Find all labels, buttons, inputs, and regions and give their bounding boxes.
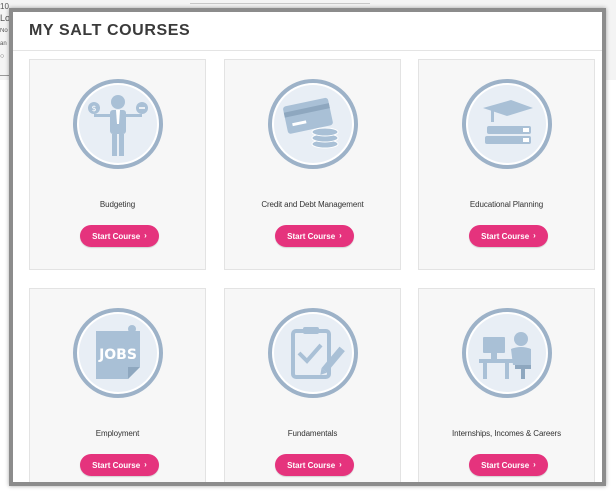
course-card-fundamentals: Fundamentals Start Course › [224, 288, 401, 482]
course-title: Employment [95, 429, 140, 438]
course-title: Internships, Incomes & Careers [451, 429, 562, 438]
svg-text:JOBS: JOBS [98, 347, 137, 363]
start-course-button[interactable]: Start Course › [275, 454, 354, 476]
course-title: Budgeting [99, 200, 136, 209]
background-divider [190, 3, 370, 4]
graduation-cap-books-icon [462, 79, 552, 169]
clipboard-checklist-icon [268, 308, 358, 398]
chevron-right-icon: › [144, 460, 147, 469]
start-course-button[interactable]: Start Course › [80, 225, 159, 247]
chevron-right-icon: › [339, 460, 342, 469]
course-title: Fundamentals [287, 429, 338, 438]
credit-card-and-coins-icon [268, 79, 358, 169]
start-course-button[interactable]: Start Course › [275, 225, 354, 247]
start-course-label: Start Course [481, 231, 530, 241]
start-course-label: Start Course [481, 460, 530, 470]
chevron-right-icon: › [533, 460, 536, 469]
course-card-credit-debt: Credit and Debt Management Start Course … [224, 59, 401, 270]
start-course-button[interactable]: Start Course › [80, 454, 159, 476]
start-course-label: Start Course [92, 460, 141, 470]
chevron-right-icon: › [339, 231, 342, 240]
svg-text:$: $ [91, 104, 96, 113]
chevron-right-icon: › [144, 231, 147, 240]
start-course-label: Start Course [287, 460, 336, 470]
chevron-right-icon: › [533, 231, 536, 240]
course-card-budgeting: $ Budgeting Start Course › [29, 59, 206, 270]
modal-title: MY SALT COURSES [29, 22, 191, 39]
course-title: Educational Planning [469, 200, 544, 209]
start-course-button[interactable]: Start Course › [469, 454, 548, 476]
title-divider [13, 50, 602, 51]
course-card-employment: JOBS Employment Start Course › [29, 288, 206, 482]
start-course-button[interactable]: Start Course › [469, 225, 548, 247]
course-card-internships-careers: Internships, Incomes & Careers Start Cou… [418, 288, 595, 482]
person-at-desk-icon [462, 308, 552, 398]
jobs-document-icon: JOBS [73, 308, 163, 398]
course-card-educational-planning: Educational Planning Start Course › [418, 59, 595, 270]
course-title: Credit and Debt Management [261, 200, 364, 209]
start-course-label: Start Course [92, 231, 141, 241]
my-courses-modal: MY SALT COURSES $ Budgeting Start Course… [9, 8, 606, 486]
person-balancing-money-icon: $ [73, 79, 163, 169]
start-course-label: Start Course [287, 231, 336, 241]
